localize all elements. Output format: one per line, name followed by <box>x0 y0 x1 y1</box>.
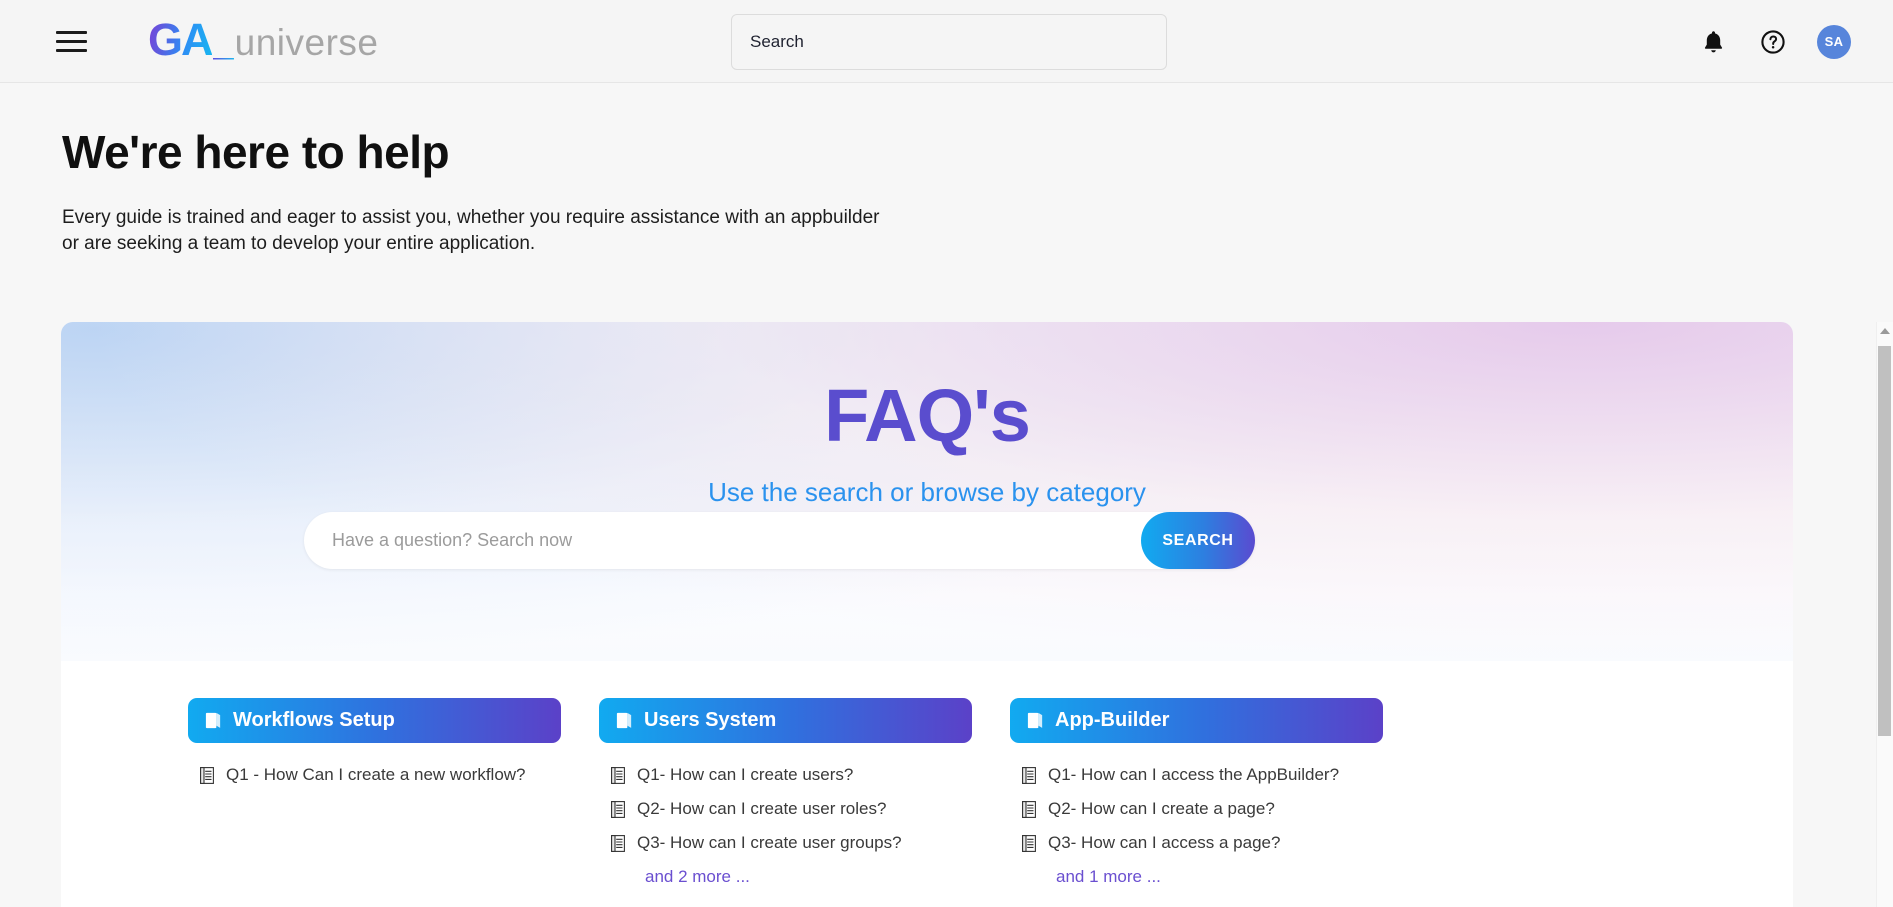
faq-question-text: Q2- How can I create a page? <box>1048 799 1275 818</box>
scrollbar-thumb[interactable] <box>1878 346 1891 736</box>
faq-more-link[interactable]: and 2 more ... <box>645 867 972 887</box>
document-icon <box>1022 766 1036 784</box>
faq-question-list: Q1- How can I create users? Q2- How can … <box>599 743 972 887</box>
book-icon <box>616 712 632 729</box>
faq-question-list: Q1- How can I access the AppBuilder? Q2-… <box>1010 743 1383 887</box>
faq-question-text: Q3- How can I create user groups? <box>637 833 902 852</box>
faq-question-list: Q1 - How Can I create a new workflow? <box>188 743 561 785</box>
document-icon <box>611 800 625 818</box>
faq-question-item[interactable]: Q2- How can I create a page? <box>1022 799 1383 819</box>
hamburger-line <box>56 48 87 52</box>
logo-word: universe <box>234 22 379 63</box>
logo-mark: GA <box>148 14 213 65</box>
hamburger-icon[interactable] <box>56 28 88 54</box>
vertical-scrollbar[interactable] <box>1876 322 1893 907</box>
faq-question-item[interactable]: Q3- How can I access a page? <box>1022 833 1383 853</box>
global-search-input[interactable] <box>731 14 1167 70</box>
faq-category-header[interactable]: App-Builder <box>1010 698 1383 743</box>
faq-search-bar: SEARCH <box>304 512 1255 569</box>
faq-category-card: App-Builder Q1- How can I access the App… <box>1010 698 1383 887</box>
page-body: We're here to help Every guide is traine… <box>0 83 1893 907</box>
scroll-up-arrow-icon[interactable] <box>1877 322 1893 339</box>
avatar[interactable]: SA <box>1817 24 1851 59</box>
faq-more-link[interactable]: and 1 more ... <box>1056 867 1383 887</box>
faq-heading: FAQ's <box>824 374 1031 457</box>
faq-search-button[interactable]: SEARCH <box>1141 512 1255 569</box>
faq-subheading: Use the search or browse by category <box>708 477 1146 507</box>
bell-icon[interactable] <box>1697 26 1729 58</box>
page-subtitle: Every guide is trained and eager to assi… <box>62 207 880 255</box>
page-title: We're here to help <box>62 126 450 178</box>
faq-question-text: Q3- How can I access a page? <box>1048 833 1281 852</box>
faq-category-name: Workflows Setup <box>233 709 395 731</box>
document-icon <box>1022 800 1036 818</box>
faq-hero: FAQ's Use the search or browse by catego… <box>61 322 1793 661</box>
document-icon <box>611 834 625 852</box>
hamburger-line <box>56 39 87 43</box>
faq-panel: FAQ's Use the search or browse by catego… <box>61 322 1793 907</box>
faq-category-name: App-Builder <box>1055 709 1170 731</box>
faq-question-text: Q1 - How Can I create a new workflow? <box>226 765 526 784</box>
book-icon <box>205 712 221 729</box>
top-header-bar: GA _ universe SA <box>0 0 1893 83</box>
book-icon <box>1027 712 1043 729</box>
faq-question-item[interactable]: Q1- How can I access the AppBuilder? <box>1022 765 1383 785</box>
hamburger-line <box>56 30 87 34</box>
faq-question-text: Q1- How can I access the AppBuilder? <box>1048 765 1340 784</box>
faq-question-text: Q1- How can I create users? <box>637 765 854 784</box>
header-actions: SA <box>1697 0 1851 83</box>
faq-question-item[interactable]: Q1- How can I create users? <box>611 765 972 785</box>
faq-category-card: Users System Q1- How can I create users? <box>599 698 972 887</box>
faq-category-name: Users System <box>644 709 777 731</box>
logo-underscore: _ <box>212 22 234 64</box>
document-icon <box>200 766 214 784</box>
faq-category-header[interactable]: Users System <box>599 698 972 743</box>
faq-search-input[interactable] <box>304 512 1161 569</box>
question-circle-icon[interactable] <box>1757 26 1789 58</box>
faq-category-header[interactable]: Workflows Setup <box>188 698 561 743</box>
faq-question-text: Q2- How can I create user roles? <box>637 799 887 818</box>
document-icon <box>1022 834 1036 852</box>
faq-category-card: Workflows Setup Q1 - How Can I create a … <box>188 698 561 887</box>
faq-question-item[interactable]: Q2- How can I create user roles? <box>611 799 972 819</box>
document-icon <box>611 766 625 784</box>
faq-question-item[interactable]: Q3- How can I create user groups? <box>611 833 972 853</box>
faq-question-item[interactable]: Q1 - How Can I create a new workflow? <box>200 765 561 785</box>
app-logo[interactable]: GA _ universe <box>148 17 379 65</box>
faq-category-cards: Workflows Setup Q1 - How Can I create a … <box>61 661 1793 887</box>
